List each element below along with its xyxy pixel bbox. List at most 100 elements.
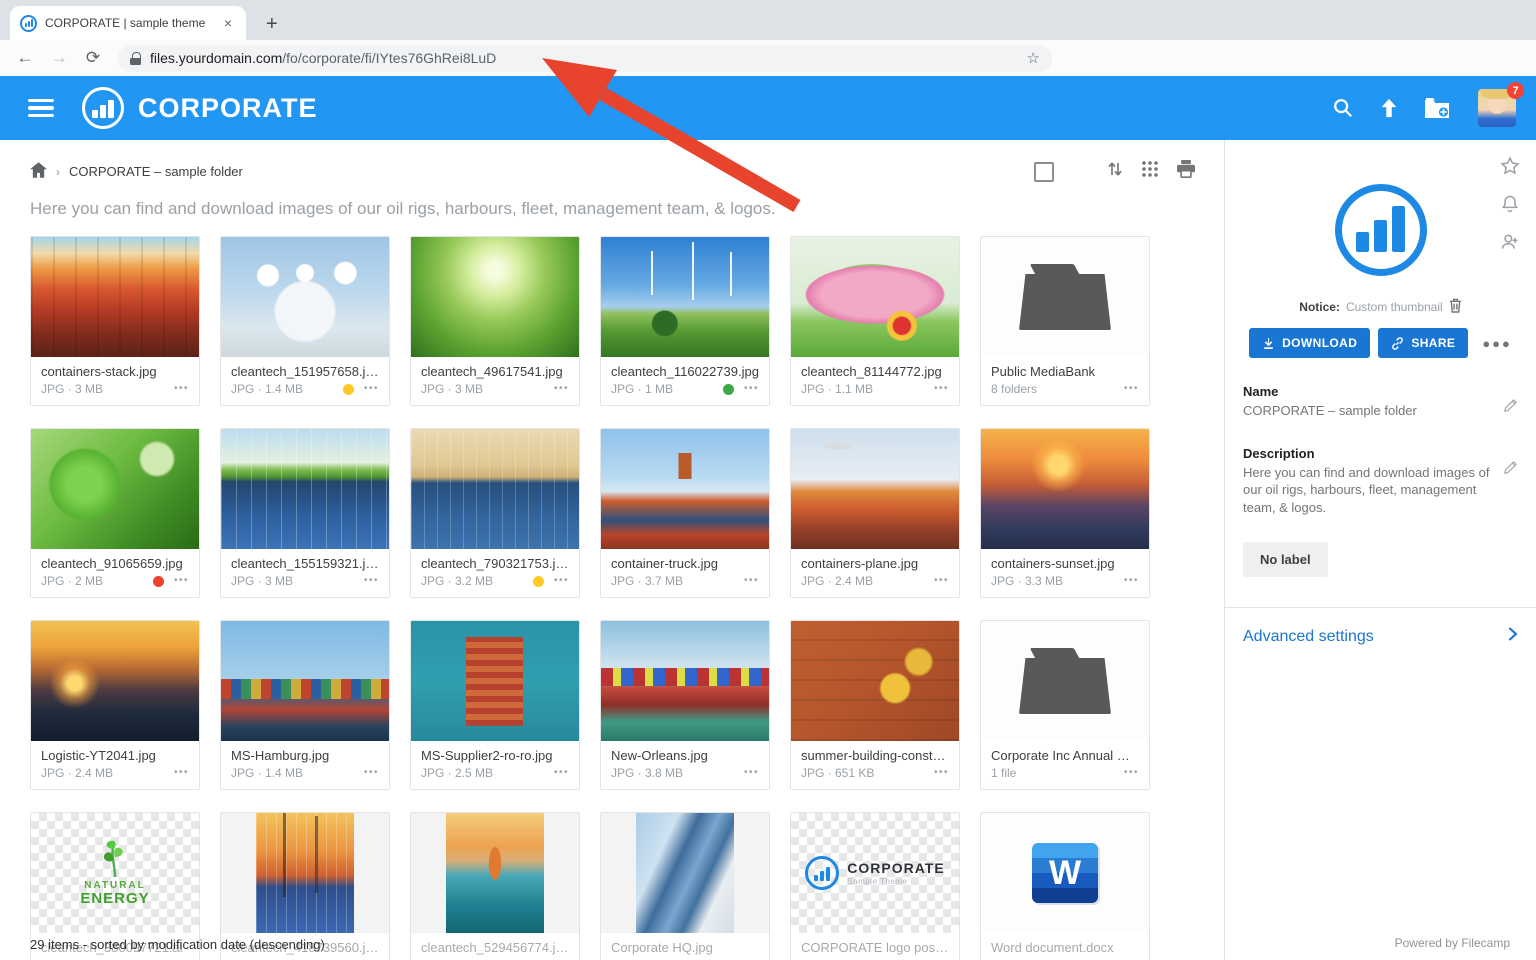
powered-by[interactable]: Powered by Filecamp <box>1395 936 1510 950</box>
search-icon[interactable] <box>1332 97 1354 119</box>
file-card[interactable]: MS-Hamburg.jpgJPG · 1.4 MB••• <box>220 620 390 790</box>
file-card[interactable]: Logistic-YT2041.jpgJPG · 2.4 MB••• <box>30 620 200 790</box>
file-thumbnail[interactable] <box>411 813 579 933</box>
file-card[interactable]: New-Orleans.jpgJPG · 3.8 MB••• <box>600 620 770 790</box>
file-thumbnail[interactable] <box>791 621 959 741</box>
file-name[interactable]: Public MediaBank <box>991 364 1139 379</box>
file-thumbnail[interactable] <box>411 237 579 357</box>
file-name[interactable]: cleantech_529456774.jpg <box>421 940 569 955</box>
file-name[interactable]: Corporate Inc Annual Report <box>991 748 1139 763</box>
edit-description-icon[interactable] <box>1503 460 1518 480</box>
file-name[interactable]: Corporate HQ.jpg <box>611 940 759 955</box>
file-card[interactable]: cleantech_81144772.jpgJPG · 1.1 MB••• <box>790 236 960 406</box>
file-thumbnail[interactable] <box>411 429 579 549</box>
file-name[interactable]: containers-stack.jpg <box>41 364 189 379</box>
sort-icon[interactable] <box>1106 160 1124 183</box>
file-thumbnail[interactable] <box>791 429 959 549</box>
file-thumbnail[interactable] <box>601 429 769 549</box>
file-card[interactable]: cleantech_116022739.jpgJPG · 1 MB••• <box>600 236 770 406</box>
more-actions-button[interactable]: ●●● <box>1482 336 1512 351</box>
file-name[interactable]: MS-Supplier2-ro-ro.jpg <box>421 748 569 763</box>
file-card[interactable]: cleantech_151957658.jpgJPG · 1.4 MB••• <box>220 236 390 406</box>
file-name[interactable]: MS-Hamburg.jpg <box>231 748 379 763</box>
forward-icon[interactable]: → <box>46 45 72 71</box>
item-menu-button[interactable]: ••• <box>554 576 569 586</box>
folder-card[interactable]: Corporate Inc Annual Report1 file••• <box>980 620 1150 790</box>
item-menu-button[interactable]: ••• <box>554 768 569 778</box>
favorite-star-icon[interactable] <box>1500 156 1520 181</box>
file-thumbnail[interactable] <box>981 237 1149 357</box>
grid-view-icon[interactable] <box>1141 160 1159 183</box>
file-thumbnail[interactable] <box>601 621 769 741</box>
label-chip[interactable]: No label <box>1243 542 1328 577</box>
add-folder-icon[interactable] <box>1424 97 1450 119</box>
file-thumbnail[interactable] <box>601 813 769 933</box>
file-name[interactable]: containers-sunset.jpg <box>991 556 1139 571</box>
home-icon[interactable] <box>30 162 47 181</box>
print-icon[interactable] <box>1176 160 1196 183</box>
back-icon[interactable]: ← <box>12 45 38 71</box>
file-card[interactable]: MS-Supplier2-ro-ro.jpgJPG · 2.5 MB••• <box>410 620 580 790</box>
file-name[interactable]: summer-building-construction.jpg <box>801 748 949 763</box>
item-menu-button[interactable]: ••• <box>174 576 189 586</box>
item-menu-button[interactable]: ••• <box>934 768 949 778</box>
file-name[interactable]: cleantech_155159321.jpg <box>231 556 379 571</box>
bookmark-star-icon[interactable]: ☆ <box>1027 49 1040 67</box>
file-thumbnail[interactable] <box>221 429 389 549</box>
breadcrumb-folder[interactable]: CORPORATE – sample folder <box>69 164 243 179</box>
browser-tab[interactable]: CORPORATE | sample theme × <box>10 6 246 40</box>
file-thumbnail[interactable] <box>221 813 389 933</box>
new-tab-button[interactable]: + <box>260 13 284 40</box>
select-all-checkbox[interactable] <box>1034 162 1054 182</box>
item-menu-button[interactable]: ••• <box>554 384 569 394</box>
menu-icon[interactable] <box>28 99 54 117</box>
file-name[interactable]: CORPORATE logo pos payoff.ai <box>801 940 949 955</box>
file-card[interactable]: containers-sunset.jpgJPG · 3.3 MB••• <box>980 428 1150 598</box>
item-menu-button[interactable]: ••• <box>1124 768 1139 778</box>
edit-name-icon[interactable] <box>1503 398 1518 418</box>
item-menu-button[interactable]: ••• <box>744 384 759 394</box>
upload-icon[interactable] <box>1378 97 1400 119</box>
item-menu-button[interactable]: ••• <box>364 768 379 778</box>
file-card[interactable]: container-truck.jpgJPG · 3.7 MB••• <box>600 428 770 598</box>
file-card[interactable]: containers-stack.jpgJPG · 3 MB••• <box>30 236 200 406</box>
file-thumbnail[interactable]: NATURALENERGY <box>31 813 199 933</box>
file-card[interactable]: Corporate HQ.jpgJPG · 997 KB••• <box>600 812 770 960</box>
item-menu-button[interactable]: ••• <box>1124 384 1139 394</box>
file-card[interactable]: summer-building-construction.jpgJPG · 65… <box>790 620 960 790</box>
file-card[interactable]: WWord document.docxDOCX · 21 KB••• <box>980 812 1150 960</box>
file-name[interactable]: container-truck.jpg <box>611 556 759 571</box>
file-name[interactable]: cleantech_91065659.jpg <box>41 556 189 571</box>
file-card[interactable]: cleantech_790321753.jpgJPG · 3.2 MB••• <box>410 428 580 598</box>
file-name[interactable]: New-Orleans.jpg <box>611 748 759 763</box>
brand-name[interactable]: CORPORATE <box>138 93 318 124</box>
file-thumbnail[interactable] <box>31 621 199 741</box>
url-bar[interactable]: files.yourdomain.com/fo/corporate/fi/IYt… <box>118 45 1052 72</box>
follow-user-icon[interactable] <box>1500 232 1520 257</box>
file-name[interactable]: cleantech_116022739.jpg <box>611 364 759 379</box>
file-thumbnail[interactable] <box>981 429 1149 549</box>
user-avatar[interactable]: 7 <box>1478 89 1516 127</box>
file-thumbnail[interactable]: W <box>981 813 1149 933</box>
file-card[interactable]: cleantech_49617541.jpgJPG · 3 MB••• <box>410 236 580 406</box>
file-card[interactable]: CORPORATESample ThemeCORPORATE logo pos … <box>790 812 960 960</box>
file-thumbnail[interactable] <box>31 429 199 549</box>
file-name[interactable]: cleantech_151957658.jpg <box>231 364 379 379</box>
file-card[interactable]: cleantech_155159321.jpgJPG · 3 MB••• <box>220 428 390 598</box>
share-button[interactable]: SHARE <box>1378 328 1468 358</box>
notification-badge[interactable]: 7 <box>1507 82 1524 99</box>
item-menu-button[interactable]: ••• <box>174 384 189 394</box>
file-name[interactable]: cleantech_790321753.jpg <box>421 556 569 571</box>
folder-card[interactable]: Public MediaBank8 folders••• <box>980 236 1150 406</box>
item-menu-button[interactable]: ••• <box>934 576 949 586</box>
item-menu-button[interactable]: ••• <box>364 576 379 586</box>
item-menu-button[interactable]: ••• <box>1124 576 1139 586</box>
item-menu-button[interactable]: ••• <box>174 768 189 778</box>
file-name[interactable]: Word document.docx <box>991 940 1139 955</box>
file-card[interactable]: cleantech_91065659.jpgJPG · 2 MB••• <box>30 428 200 598</box>
item-menu-button[interactable]: ••• <box>364 384 379 394</box>
file-card[interactable]: containers-plane.jpgJPG · 2.4 MB••• <box>790 428 960 598</box>
file-name[interactable]: cleantech_49617541.jpg <box>421 364 569 379</box>
file-thumbnail[interactable] <box>601 237 769 357</box>
delete-thumbnail-icon[interactable] <box>1449 298 1462 316</box>
